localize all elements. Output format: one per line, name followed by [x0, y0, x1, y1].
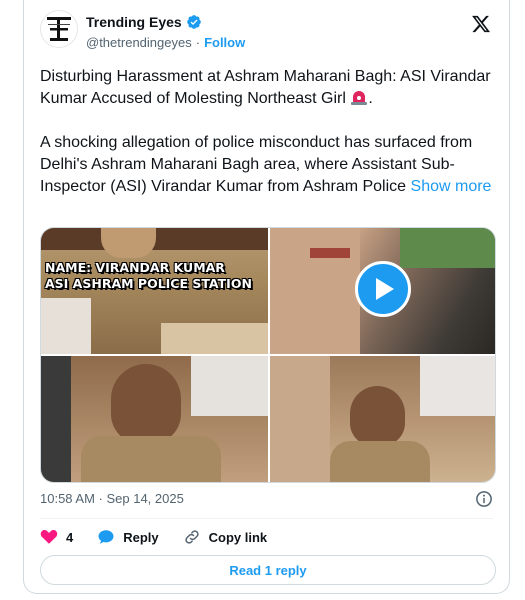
tweet-headline: Disturbing Harassment at Ashram Maharani…: [40, 68, 491, 107]
tweet-card: Trending Eyes @thetrendingeyes · Follow …: [23, 0, 510, 594]
play-icon: [376, 278, 394, 300]
tweet-period: .: [368, 90, 373, 107]
like-button[interactable]: 4: [40, 528, 73, 546]
avatar[interactable]: [40, 10, 78, 48]
media-image-4[interactable]: [270, 356, 495, 482]
police-siren-icon: [351, 91, 368, 105]
copy-link-label: Copy link: [208, 529, 268, 545]
verified-badge-icon: [186, 15, 201, 29]
separator-dot: ·: [195, 35, 201, 50]
media-image-3[interactable]: [41, 356, 268, 482]
author-handle[interactable]: @thetrendingeyes: [86, 35, 192, 50]
author-name[interactable]: Trending Eyes: [86, 14, 182, 30]
play-button[interactable]: [355, 261, 411, 317]
caption-line-1: NAME: VIRANDAR KUMAR: [45, 260, 225, 275]
follow-button[interactable]: Follow: [204, 35, 245, 50]
media-image-1[interactable]: NAME: VIRANDAR KUMAR ASI ASHRAM POLICE S…: [41, 228, 268, 354]
copy-link-button[interactable]: Copy link: [183, 528, 268, 546]
divider: [40, 518, 493, 519]
tweet-paragraph-1: Disturbing Harassment at Ashram Maharani…: [40, 66, 496, 110]
tweet-body: A shocking allegation of police miscondu…: [40, 134, 473, 195]
link-icon: [185, 530, 199, 544]
read-replies-button[interactable]: Read 1 reply: [40, 555, 496, 585]
media-grid: NAME: VIRANDAR KUMAR ASI ASHRAM POLICE S…: [40, 227, 496, 483]
author-handle-row: @thetrendingeyes · Follow: [86, 35, 245, 50]
info-icon[interactable]: [475, 490, 493, 508]
x-logo-icon[interactable]: [471, 14, 491, 34]
speech-bubble-icon: [98, 530, 114, 544]
media-video[interactable]: [270, 228, 495, 354]
action-bar: 4 Reply Copy link: [40, 528, 291, 546]
heart-icon: [40, 530, 58, 544]
tweet-paragraph-2: A shocking allegation of police miscondu…: [40, 132, 496, 198]
like-count: 4: [66, 529, 74, 545]
author-name-row: Trending Eyes: [86, 14, 202, 30]
media-caption: NAME: VIRANDAR KUMAR ASI ASHRAM POLICE S…: [45, 260, 265, 292]
trending-eyes-logo: [47, 17, 71, 41]
caption-line-2: ASI ASHRAM POLICE STATION: [45, 276, 252, 291]
tweet-text: Disturbing Harassment at Ashram Maharani…: [40, 66, 496, 220]
reply-button[interactable]: Reply: [97, 528, 159, 546]
reply-label: Reply: [123, 529, 159, 545]
show-more-link[interactable]: Show more: [411, 178, 492, 195]
tweet-timestamp[interactable]: 10:58 AM · Sep 14, 2025: [40, 491, 184, 506]
